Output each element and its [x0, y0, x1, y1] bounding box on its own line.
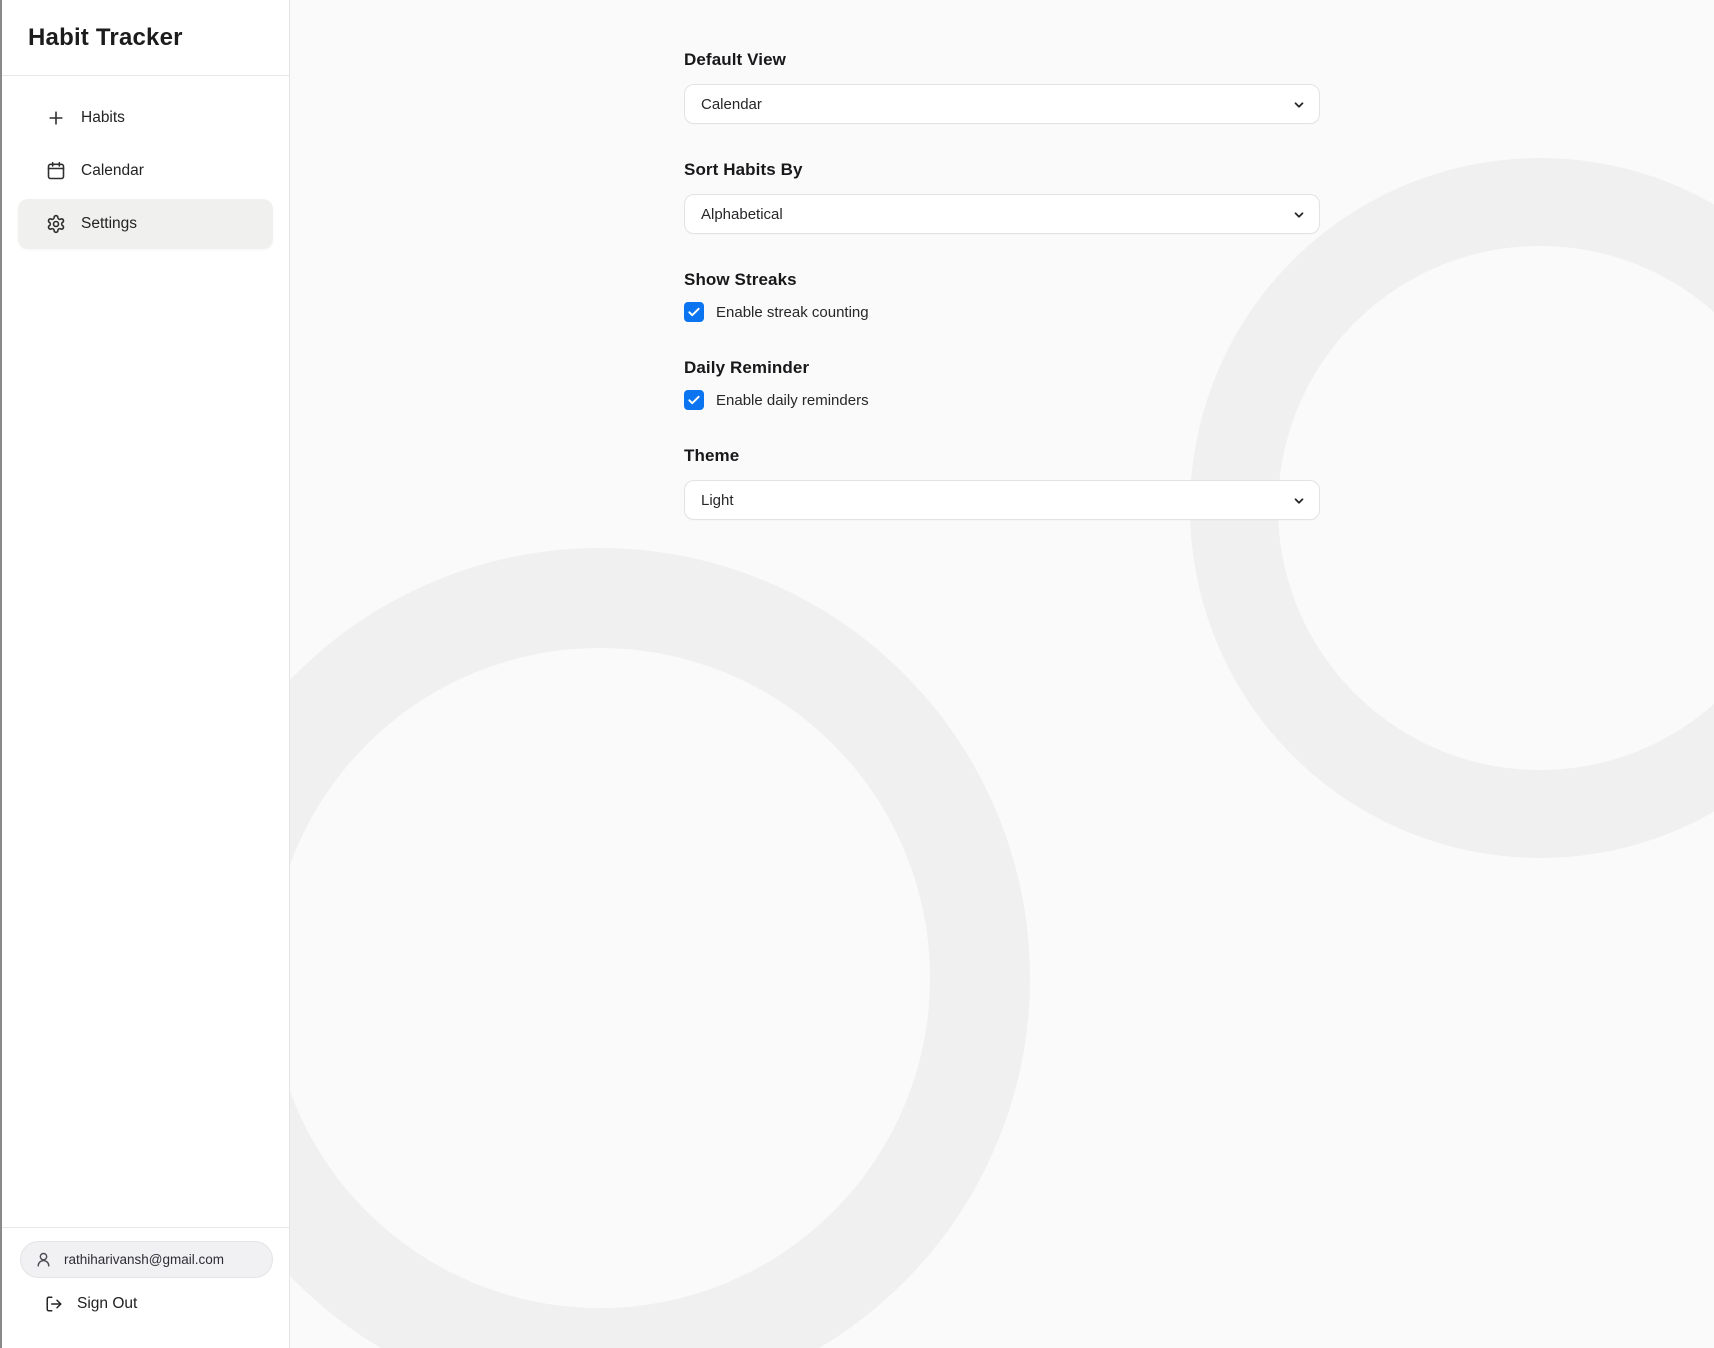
gear-icon	[46, 214, 66, 234]
sidebar-item-settings[interactable]: Settings	[18, 199, 273, 249]
default-view-section: Default View Calendar	[684, 50, 1320, 124]
chevron-down-icon	[1292, 208, 1306, 222]
logout-icon	[45, 1295, 63, 1313]
settings-form: Default View Calendar Sort Habits By Alp…	[684, 0, 1320, 520]
sidebar-header: Habit Tracker	[2, 0, 289, 76]
sort-habits-value: Alphabetical	[701, 206, 783, 223]
sign-out-label: Sign Out	[77, 1295, 137, 1313]
sidebar-item-habits[interactable]: Habits	[18, 93, 273, 143]
show-streaks-label: Show Streaks	[684, 270, 1320, 290]
calendar-icon	[46, 161, 66, 181]
daily-reminder-section: Daily Reminder Enable daily reminders	[684, 358, 1320, 410]
chevron-down-icon	[1292, 98, 1306, 112]
sort-habits-select[interactable]: Alphabetical	[684, 194, 1320, 234]
show-streaks-section: Show Streaks Enable streak counting	[684, 270, 1320, 322]
theme-value: Light	[701, 492, 734, 509]
streak-checkbox[interactable]	[684, 302, 704, 322]
plus-icon	[46, 108, 66, 128]
user-icon	[35, 1251, 52, 1268]
sign-out-button[interactable]: Sign Out	[20, 1295, 273, 1313]
settings-page: Default View Calendar Sort Habits By Alp…	[290, 0, 1714, 1348]
user-email: rathiharivansh@gmail.com	[64, 1252, 224, 1267]
sidebar: Habit Tracker Habits Calendar Settings	[2, 0, 290, 1348]
sidebar-footer: rathiharivansh@gmail.com Sign Out	[2, 1227, 289, 1348]
streak-checkbox-label: Enable streak counting	[716, 304, 869, 321]
sidebar-nav: Habits Calendar Settings	[2, 76, 289, 252]
default-view-select[interactable]: Calendar	[684, 84, 1320, 124]
theme-select[interactable]: Light	[684, 480, 1320, 520]
reminder-checkbox-label: Enable daily reminders	[716, 392, 869, 409]
reminder-checkbox[interactable]	[684, 390, 704, 410]
reminder-checkbox-row[interactable]: Enable daily reminders	[684, 390, 1320, 410]
daily-reminder-label: Daily Reminder	[684, 358, 1320, 378]
sidebar-item-label: Settings	[81, 215, 137, 233]
sort-habits-section: Sort Habits By Alphabetical	[684, 160, 1320, 234]
app-title: Habit Tracker	[28, 24, 265, 52]
sidebar-item-label: Habits	[81, 109, 125, 127]
default-view-value: Calendar	[701, 96, 762, 113]
theme-label: Theme	[684, 446, 1320, 466]
sort-habits-label: Sort Habits By	[684, 160, 1320, 180]
theme-section: Theme Light	[684, 446, 1320, 520]
streak-checkbox-row[interactable]: Enable streak counting	[684, 302, 1320, 322]
sidebar-item-label: Calendar	[81, 162, 144, 180]
sidebar-spacer	[2, 252, 289, 1227]
default-view-label: Default View	[684, 50, 1320, 70]
chevron-down-icon	[1292, 494, 1306, 508]
user-email-pill[interactable]: rathiharivansh@gmail.com	[20, 1241, 273, 1278]
sidebar-item-calendar[interactable]: Calendar	[18, 146, 273, 196]
decorative-ring	[290, 548, 1030, 1348]
